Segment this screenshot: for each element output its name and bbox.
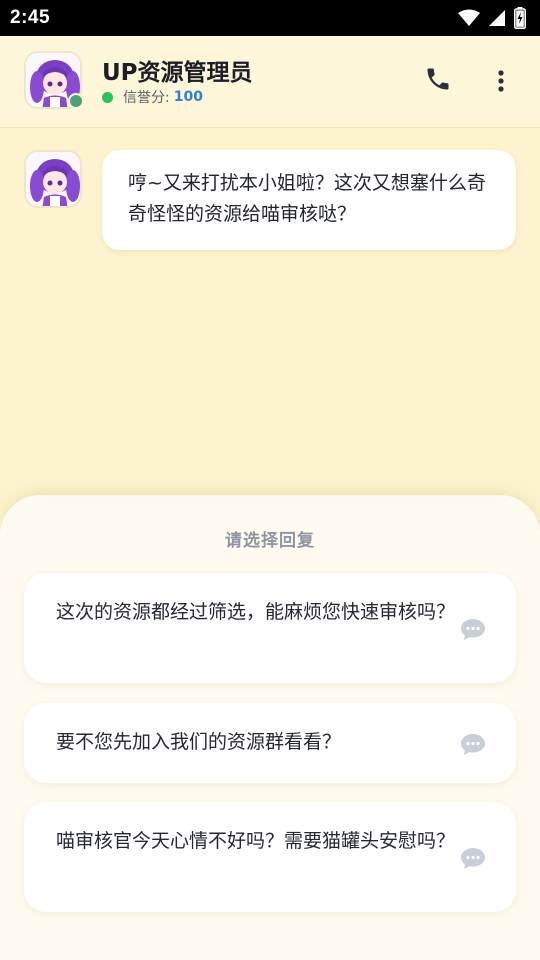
more-options-button[interactable] <box>490 66 512 96</box>
reply-sheet: 请选择回复 这次的资源都经过筛选，能麻烦您快速审核吗？ 要不您先加入我们的资源群… <box>0 495 540 960</box>
incoming-message-bubble: 哼~又来打扰本小姐啦？这次又想塞什么奇奇怪怪的资源给喵审核哒？ <box>102 150 516 250</box>
chat-bubble-icon <box>461 619 485 640</box>
battery-charging-icon <box>514 7 526 29</box>
reply-option-text: 喵审核官今天心情不好吗？需要猫罐头安慰吗？ <box>56 830 456 852</box>
anime-girl-avatar-icon <box>26 152 80 206</box>
reply-option-1[interactable]: 这次的资源都经过筛选，能麻烦您快速审核吗？ <box>24 573 516 683</box>
reply-option-2[interactable]: 要不您先加入我们的资源群看看？ <box>24 703 516 783</box>
reply-sheet-title: 请选择回复 <box>225 531 315 551</box>
chat-header: UP资源管理员 信誉分: 100 <box>0 36 540 128</box>
chat-bubble-icon <box>461 848 485 869</box>
online-status-dot <box>102 91 113 103</box>
status-bar: 2:45 <box>0 0 540 36</box>
message-sender-avatar[interactable] <box>24 150 82 208</box>
signal-icon <box>489 10 505 26</box>
phone-icon <box>427 68 449 90</box>
reply-option-text: 这次的资源都经过筛选，能麻烦您快速审核吗？ <box>56 601 456 623</box>
reputation-value: 100 <box>173 89 203 105</box>
chat-bubble-icon <box>461 734 485 755</box>
wifi-icon <box>458 9 480 26</box>
status-time: 2:45 <box>10 7 51 28</box>
more-vertical-icon <box>498 70 504 92</box>
status-icons <box>458 7 526 29</box>
reputation-label: 信誉分: <box>123 90 170 106</box>
reply-option-text: 要不您先加入我们的资源群看看？ <box>56 731 342 753</box>
chat-title: UP资源管理员 <box>102 60 253 86</box>
call-button[interactable] <box>424 65 452 93</box>
reply-option-3[interactable]: 喵审核官今天心情不好吗？需要猫罐头安慰吗？ <box>24 802 516 912</box>
avatar-status-badge <box>68 93 84 109</box>
reputation-row: 信誉分: 100 <box>102 87 203 107</box>
